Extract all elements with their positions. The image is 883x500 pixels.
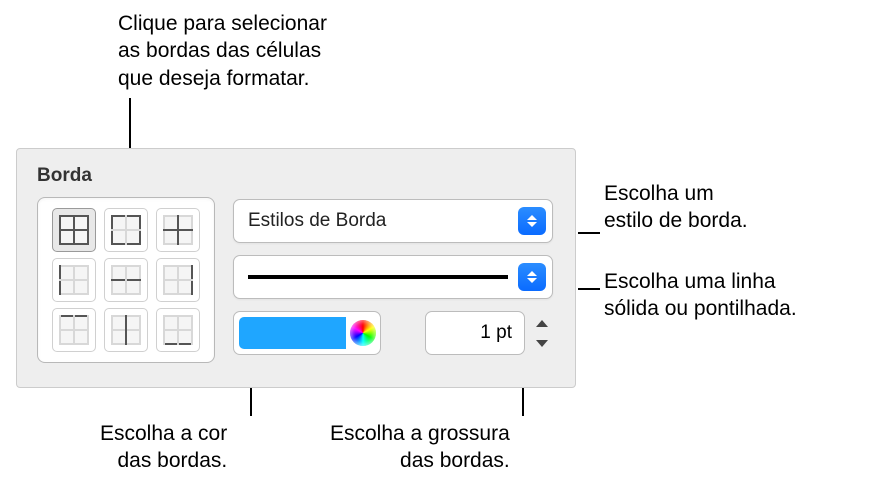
callout-line-type: Escolha uma linha sólida ou pontilhada. xyxy=(604,268,797,323)
border-picker-top-border[interactable] xyxy=(52,308,96,352)
callout-border-style: Escolha um estilo de borda. xyxy=(604,180,748,235)
thickness-stepper xyxy=(531,314,553,352)
callout-thickness: Escolha a grossura das bordas. xyxy=(330,420,510,475)
thickness-value[interactable]: 1 pt xyxy=(425,311,525,355)
line-sample-icon xyxy=(248,275,508,279)
color-wheel-button[interactable] xyxy=(346,312,380,354)
updown-arrows-icon xyxy=(518,263,546,291)
updown-arrows-icon xyxy=(518,207,546,235)
border-picker-inner-borders[interactable] xyxy=(156,208,200,252)
callout-line xyxy=(578,232,600,234)
border-picker-vert-mid-border[interactable] xyxy=(104,308,148,352)
callout-color: Escolha a cor das bordas. xyxy=(100,420,227,475)
border-picker-left-border[interactable] xyxy=(52,258,96,302)
border-color-well[interactable] xyxy=(233,311,381,355)
border-picker xyxy=(37,197,215,363)
stepper-up-button[interactable] xyxy=(531,314,553,332)
color-wheel-icon xyxy=(350,320,376,346)
border-picker-right-border[interactable] xyxy=(156,258,200,302)
border-style-popup[interactable]: Estilos de Borda xyxy=(233,199,553,243)
border-picker-bottom-border[interactable] xyxy=(156,308,200,352)
border-picker-outer-borders[interactable] xyxy=(104,208,148,252)
stepper-down-button[interactable] xyxy=(531,334,553,352)
line-style-popup[interactable] xyxy=(233,255,553,299)
callout-line xyxy=(578,288,600,290)
color-swatch xyxy=(239,317,346,349)
border-style-label: Estilos de Borda xyxy=(234,210,518,232)
border-picker-all-borders[interactable] xyxy=(52,208,96,252)
callout-select-borders: Clique para selecionar as bordas das cél… xyxy=(118,10,327,92)
panel-title: Borda xyxy=(37,165,555,187)
border-panel: Borda Estilos de Borda xyxy=(16,148,576,388)
border-picker-horiz-mid-border[interactable] xyxy=(104,258,148,302)
